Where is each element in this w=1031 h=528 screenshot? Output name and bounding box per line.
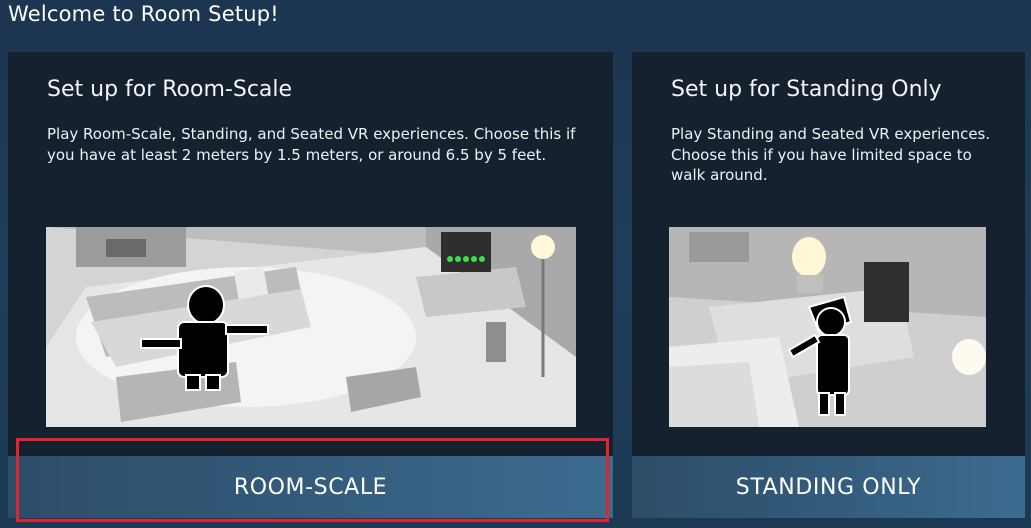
room-scale-button[interactable]: ROOM-SCALE <box>8 456 613 518</box>
page-title: Welcome to Room Setup! <box>8 2 279 26</box>
room-scale-heading: Set up for Room-Scale <box>47 77 293 102</box>
standing-only-panel[interactable]: Set up for Standing Only Play Standing a… <box>632 52 1025 456</box>
standing-only-heading: Set up for Standing Only <box>671 77 942 102</box>
room-scale-description: Play Room-Scale, Standing, and Seated VR… <box>47 125 576 164</box>
standing-only-illustration <box>669 227 986 427</box>
standing-only-button[interactable]: STANDING ONLY <box>632 456 1025 518</box>
standing-only-description: Play Standing and Seated VR experiences.… <box>671 125 991 184</box>
room-scale-panel[interactable]: Set up for Room-Scale Play Room-Scale, S… <box>8 52 613 456</box>
room-scale-illustration <box>46 227 576 427</box>
